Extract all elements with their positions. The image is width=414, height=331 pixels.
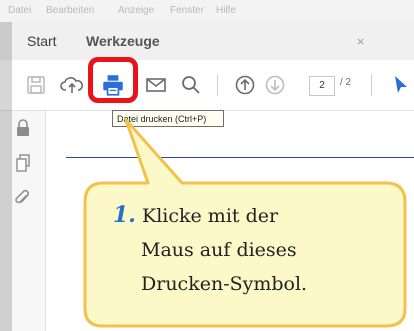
close-icon[interactable]: × — [356, 35, 365, 48]
menu-help[interactable]: Hilfe — [216, 5, 236, 16]
document-rule — [66, 157, 414, 158]
toolbar-divider — [371, 74, 372, 96]
menu-edit[interactable]: Bearbeiten — [46, 5, 94, 16]
menu-bar: Datei Bearbeiten Anzeige Fenster Hilfe — [0, 0, 414, 22]
lock-icon[interactable] — [15, 119, 31, 137]
save-icon[interactable] — [24, 73, 48, 97]
page-up-icon[interactable] — [233, 73, 257, 97]
callout-text: 1. Klicke mit der Maus auf dieses Drucke… — [113, 198, 393, 301]
page-down-icon[interactable] — [263, 73, 287, 97]
cursor-arrow-icon[interactable] — [389, 73, 413, 97]
toolbar: 2 / 2 — [0, 60, 414, 111]
toolbar-divider — [217, 74, 218, 96]
tab-tools[interactable]: Werkzeuge — [86, 22, 160, 60]
attachment-icon[interactable] — [14, 189, 32, 207]
tab-bar: Start Werkzeuge × — [0, 22, 414, 61]
step-number: 1. — [113, 202, 136, 228]
print-highlight-box — [88, 57, 138, 103]
tab-start[interactable]: Start — [27, 22, 57, 60]
callout-line-1: Klicke mit der — [142, 205, 279, 227]
callout-line-2: Maus auf dieses — [141, 239, 297, 261]
page-total: / 2 — [340, 77, 352, 88]
mail-icon[interactable] — [144, 73, 168, 97]
menu-window[interactable]: Fenster — [170, 5, 204, 16]
print-tooltip: Datei drucken (Ctrl+P) — [112, 110, 224, 127]
menu-file[interactable]: Datei — [8, 5, 31, 16]
page-number-input[interactable]: 2 — [309, 76, 335, 96]
upload-cloud-icon[interactable] — [60, 73, 84, 97]
search-icon[interactable] — [179, 73, 203, 97]
callout-line-3: Drucken-Symbol. — [141, 273, 308, 295]
app-window: Datei Bearbeiten Anzeige Fenster Hilfe S… — [0, 0, 414, 331]
window-edge — [0, 22, 12, 331]
pages-icon[interactable] — [15, 154, 31, 172]
menu-view[interactable]: Anzeige — [118, 5, 154, 16]
